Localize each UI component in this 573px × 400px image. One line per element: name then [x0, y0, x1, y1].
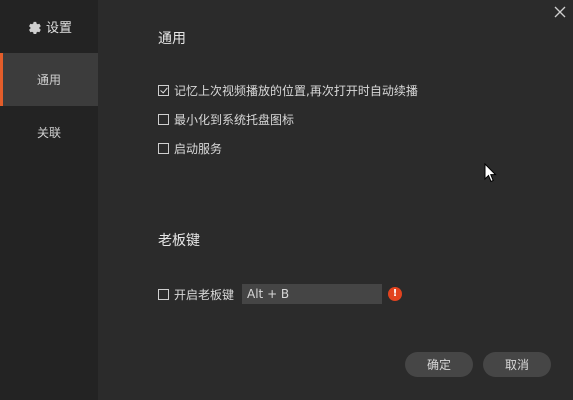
option-enable-boss-key[interactable]: 开启老板键	[158, 286, 234, 302]
ok-button[interactable]: 确定	[405, 352, 473, 377]
boss-key-hotkey-input[interactable]: Alt + B	[242, 284, 382, 304]
close-icon	[554, 6, 566, 18]
option-label: 最小化到系统托盘图标	[174, 112, 295, 127]
sidebar-item-association[interactable]: 关联	[0, 106, 98, 159]
option-label: 记忆上次视频播放的位置,再次打开时自动续播	[174, 83, 418, 98]
sidebar-item-label: 关联	[36, 126, 61, 140]
option-minimize-to-tray[interactable]: 最小化到系统托盘图标	[158, 111, 294, 127]
close-button[interactable]	[553, 4, 567, 18]
start-service-checkbox[interactable]	[158, 142, 169, 154]
option-start-service[interactable]: 启动服务	[158, 140, 222, 156]
mouse-cursor-icon	[484, 163, 497, 183]
section-title-boss-key: 老板键	[158, 233, 200, 249]
option-label: 启动服务	[174, 141, 223, 156]
cancel-button[interactable]: 取消	[483, 352, 551, 377]
sidebar-item-label: 通用	[36, 73, 61, 87]
option-remember-position[interactable]: 记忆上次视频播放的位置,再次打开时自动续播	[158, 82, 418, 98]
section-title-general: 通用	[158, 31, 186, 47]
sidebar-header: 设置	[0, 0, 98, 53]
sidebar-item-general[interactable]: 通用	[0, 53, 98, 106]
option-label: 开启老板键	[174, 287, 235, 302]
sidebar: 设置 通用 关联	[0, 0, 98, 400]
remember-position-checkbox[interactable]	[158, 84, 169, 96]
sidebar-header-label: 设置	[45, 21, 72, 36]
settings-window: 设置 通用 关联 通用 记忆上次视频播放的位置,再次打开时自动续播 最小化到系统…	[0, 0, 573, 400]
warning-icon: !	[388, 287, 402, 301]
enable-boss-key-checkbox[interactable]	[158, 288, 169, 300]
minimize-to-tray-checkbox[interactable]	[158, 113, 169, 125]
gear-icon	[26, 19, 41, 35]
